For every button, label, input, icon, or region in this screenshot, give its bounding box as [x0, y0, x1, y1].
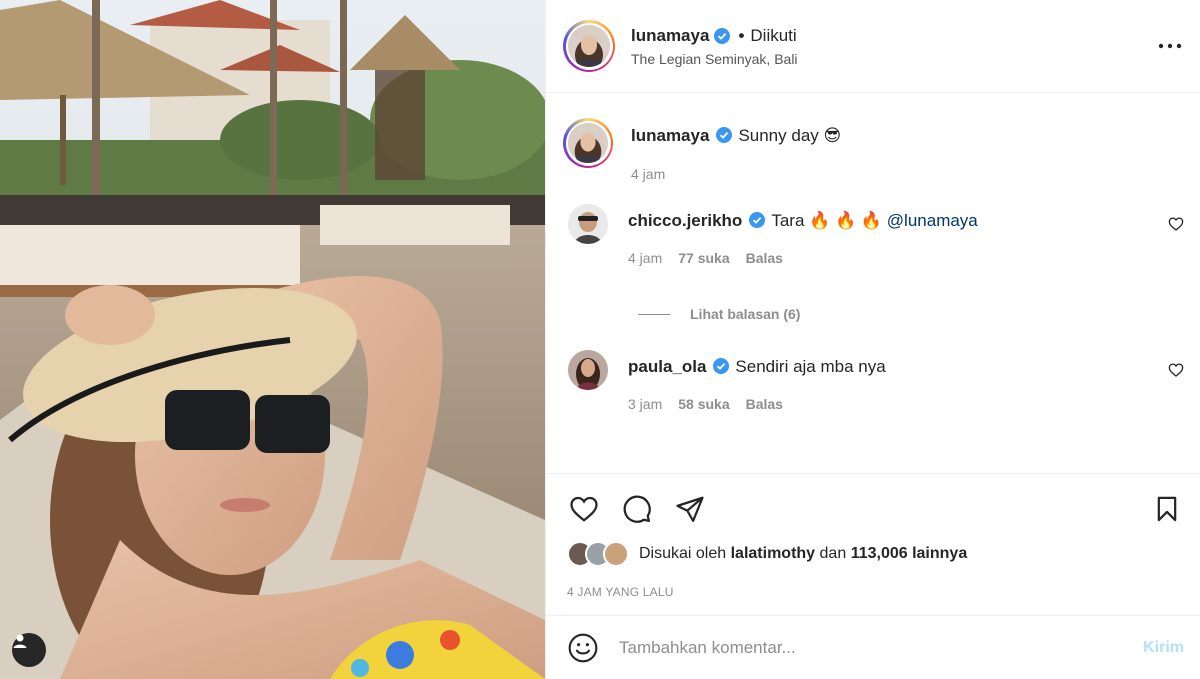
verified-badge-icon	[716, 127, 733, 143]
comment-likes[interactable]: 58 suka	[678, 396, 729, 412]
view-replies-label: Lihat balasan (6)	[690, 306, 801, 322]
bookmark-icon	[1157, 496, 1177, 522]
replies-divider	[638, 313, 670, 315]
commenter-avatar[interactable]	[568, 350, 608, 390]
user-icon	[13, 634, 27, 648]
comment-time[interactable]: 3 jam	[628, 396, 662, 412]
liked-by-prefix: Disukai oleh	[639, 545, 727, 562]
caption-avatar[interactable]	[568, 123, 608, 163]
verified-badge-icon	[749, 212, 766, 228]
caption-time[interactable]: 4 jam	[631, 166, 665, 182]
likes-count[interactable]: 113,006 lainnya	[851, 545, 968, 563]
author-avatar[interactable]	[568, 25, 610, 67]
author-avatar-ring[interactable]	[563, 20, 615, 72]
comment-username[interactable]: paula_ola	[628, 357, 706, 376]
reply-button[interactable]: Balas	[746, 250, 783, 266]
verified-badge-icon	[713, 358, 730, 374]
like-button[interactable]	[567, 492, 601, 526]
reply-button[interactable]: Balas	[746, 396, 783, 412]
post-comment-button[interactable]: Kirim	[1143, 639, 1184, 657]
comment-text: Tara 🔥 🔥 🔥	[771, 211, 887, 230]
liker-avatar	[603, 541, 629, 567]
post-actions-area: Disukai oleh lalatimothy dan 113,006 lai…	[546, 473, 1200, 615]
verified-badge-icon	[714, 27, 731, 44]
comment-mention[interactable]: @lunamaya	[887, 211, 978, 230]
post-photo[interactable]	[0, 0, 545, 679]
comments-list[interactable]: lunamaya Sunny day 😎 4 jam chicco.jerikho…	[546, 93, 1200, 473]
comment-username[interactable]: chicco.jerikho	[628, 211, 742, 230]
share-button[interactable]	[673, 492, 707, 526]
comment-time[interactable]: 4 jam	[628, 250, 662, 266]
comment-like-heart-icon[interactable]	[1168, 362, 1184, 378]
comment-bubble-icon	[623, 495, 651, 523]
liker-avatars[interactable]	[567, 541, 629, 567]
action-bar	[567, 474, 1184, 544]
liked-by-user[interactable]: lalatimothy	[731, 545, 815, 563]
post-header: lunamaya • Diikuti The Legian Seminyak, …	[546, 0, 1200, 93]
comment-input[interactable]	[619, 637, 1144, 658]
more-options-button[interactable]	[1156, 32, 1184, 60]
commenter-avatar[interactable]	[568, 204, 608, 244]
comment-like-heart-icon[interactable]	[1168, 216, 1184, 232]
comment-text: Sendiri aja mba nya	[735, 357, 886, 376]
caption-avatar-ring[interactable]	[563, 118, 613, 168]
post-sidebar: lunamaya • Diikuti The Legian Seminyak, …	[545, 0, 1200, 679]
add-comment-bar: Kirim	[546, 615, 1200, 679]
paper-plane-icon	[676, 496, 704, 522]
caption-text: Sunny day 😎	[738, 126, 842, 145]
comment-likes[interactable]: 77 suka	[678, 250, 729, 266]
save-button[interactable]	[1150, 492, 1184, 526]
comment-item: chicco.jerikho Tara 🔥 🔥 🔥 @lunamaya 4 jam…	[563, 204, 1184, 266]
likes-summary: Disukai oleh lalatimothy dan 113,006 lai…	[567, 541, 1184, 567]
author-username[interactable]: lunamaya	[631, 26, 709, 46]
post-location[interactable]: The Legian Seminyak, Bali	[631, 51, 1156, 67]
post-timestamp[interactable]: 4 JAM YANG LALU	[567, 585, 1184, 615]
comment-button[interactable]	[620, 492, 654, 526]
caption: lunamaya Sunny day 😎 4 jam	[563, 118, 1184, 182]
post-image	[0, 0, 545, 679]
view-replies-button[interactable]: Lihat balasan (6)	[638, 306, 1184, 322]
more-horizontal-icon	[1158, 43, 1182, 49]
caption-username[interactable]: lunamaya	[631, 126, 709, 145]
heart-icon	[570, 496, 598, 522]
liked-by-mid: dan	[819, 545, 847, 562]
header-separator: •	[738, 25, 745, 45]
user-tag-button[interactable]	[12, 633, 46, 667]
comment-item: paula_ola Sendiri aja mba nya 3 jam 58 su…	[563, 350, 1184, 412]
follow-status-button[interactable]: Diikuti	[750, 26, 796, 46]
emoji-icon[interactable]	[567, 632, 599, 664]
